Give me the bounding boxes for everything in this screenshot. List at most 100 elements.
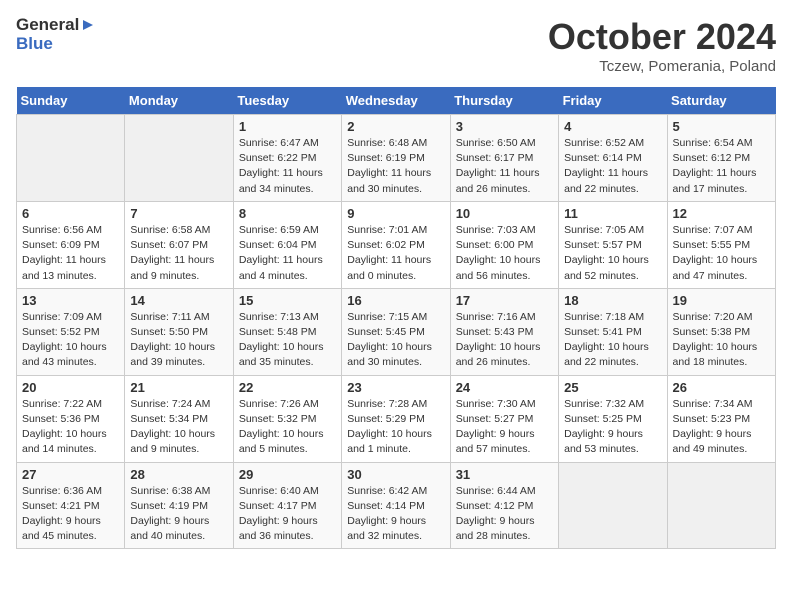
calendar-cell: 17 Sunrise: 7:16 AM Sunset: 5:43 PM Dayli… [450, 288, 558, 375]
calendar-cell: 27 Sunrise: 6:36 AM Sunset: 4:21 PM Dayli… [17, 462, 125, 549]
calendar-cell: 7 Sunrise: 6:58 AM Sunset: 6:07 PM Daylig… [125, 201, 233, 288]
calendar-cell [17, 115, 125, 202]
calendar-cell: 8Sunrise: 6:59 AM Sunset: 6:04 PM Daylig… [233, 201, 341, 288]
calendar-cell: 2 Sunrise: 6:48 AM Sunset: 6:19 PM Daylig… [342, 115, 450, 202]
calendar-week-5: 27 Sunrise: 6:36 AM Sunset: 4:21 PM Dayli… [17, 462, 776, 549]
calendar-cell: 20Sunrise: 7:22 AM Sunset: 5:36 PM Dayli… [17, 375, 125, 462]
day-number: 17 [456, 293, 553, 308]
day-info: Sunrise: 6:48 AM Sunset: 6:19 PM Dayligh… [347, 136, 444, 197]
day-number: 28 [130, 467, 227, 482]
day-number: 3 [456, 119, 553, 134]
day-number: 9 [347, 206, 444, 221]
day-number: 15 [239, 293, 336, 308]
day-info: Sunrise: 7:09 AM Sunset: 5:52 PM Dayligh… [22, 310, 119, 371]
day-number: 25 [564, 380, 661, 395]
calendar-cell: 23Sunrise: 7:28 AM Sunset: 5:29 PM Dayli… [342, 375, 450, 462]
header-row: SundayMondayTuesdayWednesdayThursdayFrid… [17, 87, 776, 115]
day-header-wednesday: Wednesday [342, 87, 450, 115]
day-info: Sunrise: 6:44 AM Sunset: 4:12 PM Dayligh… [456, 484, 553, 545]
day-info: Sunrise: 6:52 AM Sunset: 6:14 PM Dayligh… [564, 136, 661, 197]
calendar-cell: 18 Sunrise: 7:18 AM Sunset: 5:41 PM Dayli… [559, 288, 667, 375]
day-info: Sunrise: 7:13 AM Sunset: 5:48 PM Dayligh… [239, 310, 336, 371]
day-info: Sunrise: 7:05 AM Sunset: 5:57 PM Dayligh… [564, 223, 661, 284]
calendar-cell [125, 115, 233, 202]
title-block: October 2024 Tczew, Pomerania, Poland [548, 16, 776, 75]
calendar-cell: 29 Sunrise: 6:40 AM Sunset: 4:17 PM Dayli… [233, 462, 341, 549]
day-number: 10 [456, 206, 553, 221]
day-number: 2 [347, 119, 444, 134]
calendar-week-3: 13 Sunrise: 7:09 AM Sunset: 5:52 PM Dayli… [17, 288, 776, 375]
logo-arrow-icon [79, 16, 97, 34]
day-number: 13 [22, 293, 119, 308]
calendar-week-4: 20Sunrise: 7:22 AM Sunset: 5:36 PM Dayli… [17, 375, 776, 462]
day-number: 11 [564, 206, 661, 221]
day-info: Sunrise: 7:03 AM Sunset: 6:00 PM Dayligh… [456, 223, 553, 284]
calendar-cell [667, 462, 775, 549]
day-header-thursday: Thursday [450, 87, 558, 115]
day-header-tuesday: Tuesday [233, 87, 341, 115]
day-number: 22 [239, 380, 336, 395]
day-info: Sunrise: 6:36 AM Sunset: 4:21 PM Dayligh… [22, 484, 119, 545]
calendar-cell: 21Sunrise: 7:24 AM Sunset: 5:34 PM Dayli… [125, 375, 233, 462]
day-info: Sunrise: 7:16 AM Sunset: 5:43 PM Dayligh… [456, 310, 553, 371]
calendar-cell [559, 462, 667, 549]
day-info: Sunrise: 7:22 AM Sunset: 5:36 PM Dayligh… [22, 397, 119, 458]
day-info: Sunrise: 7:20 AM Sunset: 5:38 PM Dayligh… [673, 310, 770, 371]
day-header-sunday: Sunday [17, 87, 125, 115]
calendar-cell: 3 Sunrise: 6:50 AM Sunset: 6:17 PM Daylig… [450, 115, 558, 202]
logo: General Blue [16, 16, 97, 53]
day-number: 6 [22, 206, 119, 221]
calendar-cell: 4 Sunrise: 6:52 AM Sunset: 6:14 PM Daylig… [559, 115, 667, 202]
calendar-week-1: 1Sunrise: 6:47 AM Sunset: 6:22 PM Daylig… [17, 115, 776, 202]
day-info: Sunrise: 6:59 AM Sunset: 6:04 PM Dayligh… [239, 223, 336, 284]
day-number: 24 [456, 380, 553, 395]
calendar-cell: 14 Sunrise: 7:11 AM Sunset: 5:50 PM Dayli… [125, 288, 233, 375]
day-number: 7 [130, 206, 227, 221]
day-info: Sunrise: 7:18 AM Sunset: 5:41 PM Dayligh… [564, 310, 661, 371]
day-info: Sunrise: 7:30 AM Sunset: 5:27 PM Dayligh… [456, 397, 553, 458]
day-info: Sunrise: 6:56 AM Sunset: 6:09 PM Dayligh… [22, 223, 119, 284]
day-header-monday: Monday [125, 87, 233, 115]
calendar-cell: 15 Sunrise: 7:13 AM Sunset: 5:48 PM Dayli… [233, 288, 341, 375]
day-info: Sunrise: 6:38 AM Sunset: 4:19 PM Dayligh… [130, 484, 227, 545]
calendar-cell: 22Sunrise: 7:26 AM Sunset: 5:32 PM Dayli… [233, 375, 341, 462]
logo-text-general: General [16, 16, 79, 35]
day-info: Sunrise: 7:01 AM Sunset: 6:02 PM Dayligh… [347, 223, 444, 284]
calendar-cell: 1Sunrise: 6:47 AM Sunset: 6:22 PM Daylig… [233, 115, 341, 202]
day-number: 5 [673, 119, 770, 134]
month-title: October 2024 [548, 16, 776, 58]
day-number: 23 [347, 380, 444, 395]
calendar-cell: 13 Sunrise: 7:09 AM Sunset: 5:52 PM Dayli… [17, 288, 125, 375]
logo-mark: General Blue [16, 16, 97, 53]
day-number: 27 [22, 467, 119, 482]
calendar-cell: 19Sunrise: 7:20 AM Sunset: 5:38 PM Dayli… [667, 288, 775, 375]
day-info: Sunrise: 7:15 AM Sunset: 5:45 PM Dayligh… [347, 310, 444, 371]
calendar-week-2: 6 Sunrise: 6:56 AM Sunset: 6:09 PM Daylig… [17, 201, 776, 288]
day-info: Sunrise: 6:42 AM Sunset: 4:14 PM Dayligh… [347, 484, 444, 545]
calendar-cell: 16 Sunrise: 7:15 AM Sunset: 5:45 PM Dayli… [342, 288, 450, 375]
calendar-table: SundayMondayTuesdayWednesdayThursdayFrid… [16, 87, 776, 549]
day-header-saturday: Saturday [667, 87, 775, 115]
day-number: 31 [456, 467, 553, 482]
calendar-cell: 10 Sunrise: 7:03 AM Sunset: 6:00 PM Dayli… [450, 201, 558, 288]
day-number: 21 [130, 380, 227, 395]
calendar-cell: 31 Sunrise: 6:44 AM Sunset: 4:12 PM Dayli… [450, 462, 558, 549]
day-number: 4 [564, 119, 661, 134]
day-number: 29 [239, 467, 336, 482]
calendar-cell: 9 Sunrise: 7:01 AM Sunset: 6:02 PM Daylig… [342, 201, 450, 288]
day-info: Sunrise: 7:11 AM Sunset: 5:50 PM Dayligh… [130, 310, 227, 371]
day-info: Sunrise: 7:32 AM Sunset: 5:25 PM Dayligh… [564, 397, 661, 458]
page-header: General Blue October 2024 Tczew, Pomeran… [16, 16, 776, 75]
day-info: Sunrise: 6:40 AM Sunset: 4:17 PM Dayligh… [239, 484, 336, 545]
location-subtitle: Tczew, Pomerania, Poland [548, 58, 776, 75]
calendar-cell: 25 Sunrise: 7:32 AM Sunset: 5:25 PM Dayli… [559, 375, 667, 462]
calendar-cell: 26Sunrise: 7:34 AM Sunset: 5:23 PM Dayli… [667, 375, 775, 462]
day-header-friday: Friday [559, 87, 667, 115]
day-number: 14 [130, 293, 227, 308]
day-info: Sunrise: 6:58 AM Sunset: 6:07 PM Dayligh… [130, 223, 227, 284]
day-number: 30 [347, 467, 444, 482]
day-number: 16 [347, 293, 444, 308]
day-number: 18 [564, 293, 661, 308]
calendar-cell: 30 Sunrise: 6:42 AM Sunset: 4:14 PM Dayli… [342, 462, 450, 549]
day-info: Sunrise: 6:50 AM Sunset: 6:17 PM Dayligh… [456, 136, 553, 197]
